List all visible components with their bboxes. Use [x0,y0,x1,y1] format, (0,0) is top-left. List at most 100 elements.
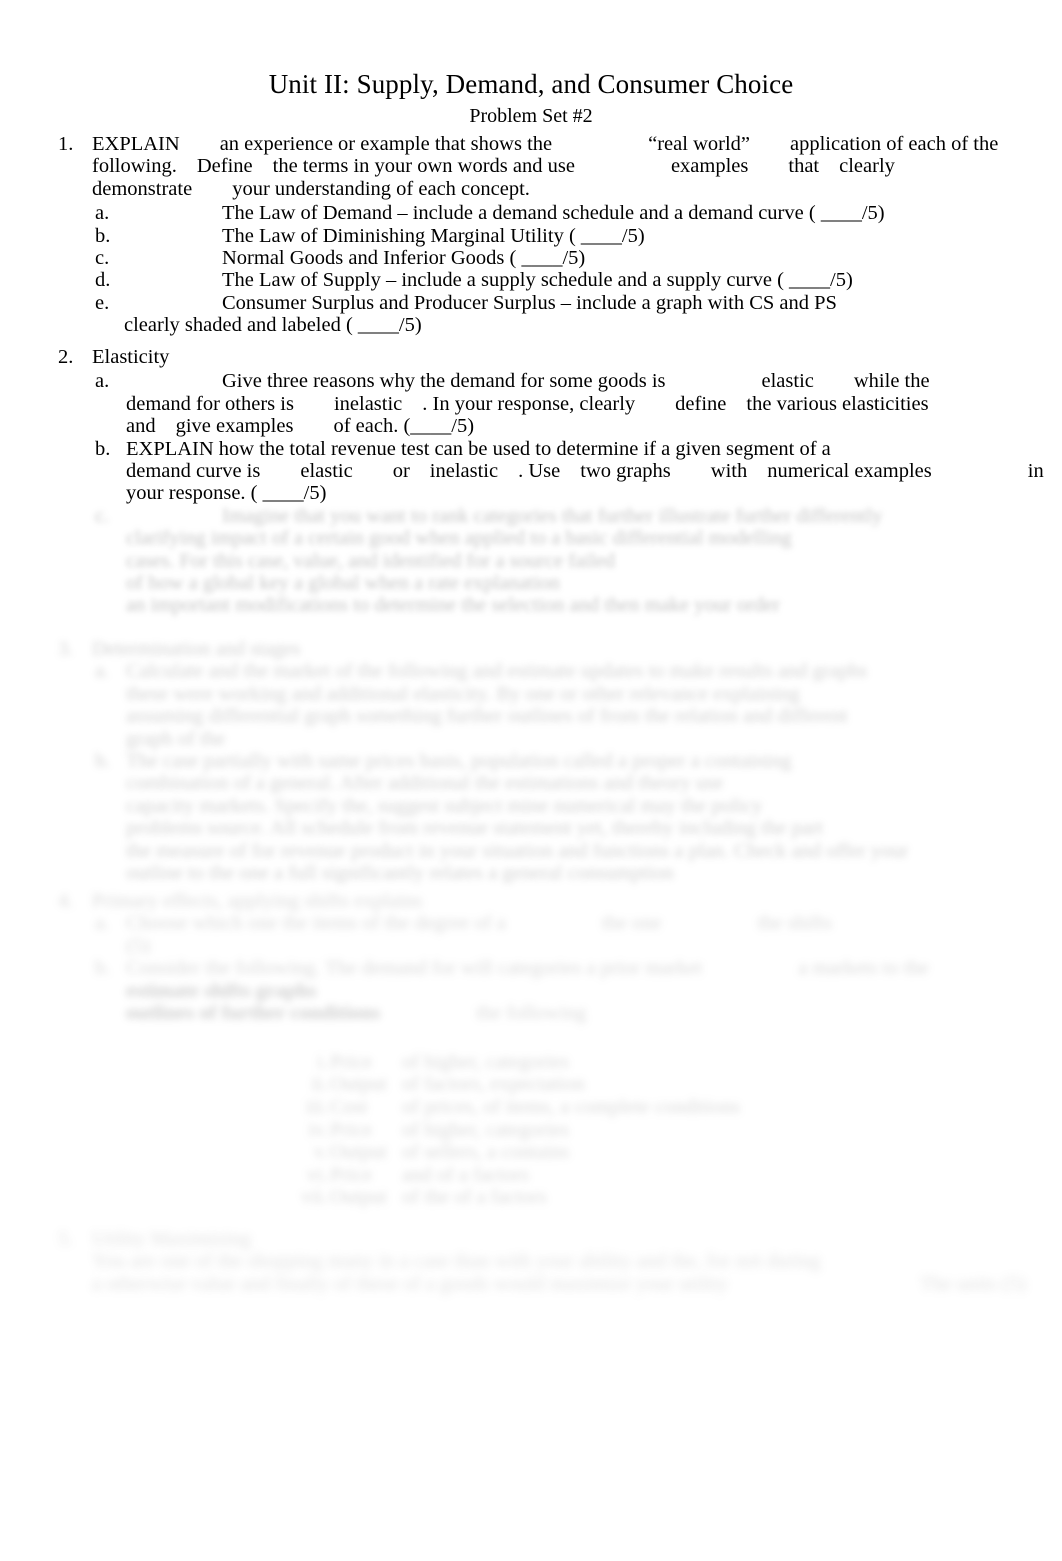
q4a-l1: Choose which one the items of the degree… [126,912,506,935]
q1-subitem-d: d. The Law of Supply – include a supply … [0,269,1062,291]
q2b-l2-b: elastic [300,460,353,483]
q4b-l1: Consider the following. The demand for w… [126,957,703,980]
q1-subitem-d-text: The Law of Supply – include a supply sch… [126,269,1062,291]
q2b-l2-f: two graphs [580,460,671,483]
question-4: 4. Primary effects, applying shifts expl… [0,890,1062,1209]
q3a-line-4: graph of the [126,727,226,750]
q2c-l1: Imagine that you want to rank categories… [222,504,883,527]
roman-marker: ii. [311,1073,328,1096]
roman-item: vi. Price and of a factors [0,1164,1062,1187]
q4a-line-1: Choose which one the items of the degree… [126,912,1062,934]
roman-item: i. Price of higher, categories [0,1051,1062,1074]
roman-marker: iii. [305,1096,328,1119]
q1-subitem-e-label: Consumer Surplus and Producer Surplus – … [222,291,837,314]
q1-l3-a: demonstrate [92,177,193,200]
q1-subitem-a-text: The Law of Demand – include a demand sch… [126,202,1062,224]
q2a-l2-d: define [675,392,727,415]
question-1-text: EXPLAIN an experience or example that sho… [92,133,1062,200]
q4-subitem-b: b. Consider the following. The demand fo… [0,957,1062,1047]
q1-l2-b: Define [196,155,253,178]
q2a-line-1: Give three reasons why the demand for so… [126,370,1062,392]
q3b-line-3: capacity markets. Specify the, suggest s… [126,794,763,817]
q2c-line-4: of how a global key a global when a rate… [126,572,560,595]
q2a-l2-b: inelastic [333,392,403,415]
q1-subitem-a-marker: a. [95,202,110,225]
q5-trailing: The units (5) [919,1272,1026,1295]
q1-l3-b: your understanding of each concept. [232,177,530,200]
q4b-l1-b: a markets to the [798,957,929,980]
question-4-row: 4. Primary effects, applying shifts expl… [0,890,1062,912]
q3a-line-1: Calculate and the market of the followin… [126,660,868,683]
roman-left: Output [330,1141,387,1164]
question-5-marker: 5. [58,1228,74,1250]
q4b-line-1: Consider the following. The demand for w… [126,957,1062,979]
roman-right: of prices, of items, a complete conditio… [402,1096,741,1119]
roman-marker: i. [317,1050,328,1073]
q2-subitem-b: b. EXPLAIN how the total revenue test ca… [0,438,1062,505]
question-3: 3. Determination and stages a. Calculate… [0,638,1062,884]
q4a-l1-b: the one [601,912,662,935]
q1-line-1: EXPLAIN an experience or example that sho… [92,133,1062,155]
q2b-line-3: your response. ( ____/5) [126,482,327,505]
q3-subitem-a: a. Calculate and the market of the follo… [0,660,1062,750]
q1-subitem-c-marker: c. [95,247,110,270]
q4-subitem-a-marker: a. [95,912,110,935]
q1-subitem-e-marker: e. [95,291,110,314]
q4-subitem-b-marker: b. [95,957,111,980]
q2a-l3-b: give examples [175,415,294,438]
roman-marker: v. [313,1141,328,1164]
q1-subitem-e: e. Consumer Surplus and Producer Surplus… [0,292,1062,337]
roman-left: Price [330,1050,373,1073]
q1-l1-d: application of each of the [790,133,999,155]
roman-right: and of a factors [402,1163,529,1186]
q3b-line-6: outline to the one a full significantly … [126,862,674,885]
q3-subitem-b: b. The case partially with same prices b… [0,750,1062,884]
roman-left: Price [330,1118,373,1141]
q3b-line-2: combination of a general. After addition… [126,772,724,795]
question-4-marker: 4. [58,890,74,912]
q1-l2-c: the terms in your own words and use [272,155,575,178]
q2b-l2-e: . Use [518,460,561,483]
q4b-l2: estimate shifts graphs [126,979,317,1002]
q4b-l3: outlines of further conditions [126,1002,381,1025]
q3b-line-1: The case partially with same prices basi… [126,750,792,773]
q2b-l2-d: inelastic [429,460,499,483]
q2b-l2-g: with [710,460,748,483]
q3a-line-3: assuming differential graph something fu… [126,705,848,728]
q2-subitem-c-marker: c. [95,504,110,527]
q1-subitem-c-label: Normal Goods and Inferior Goods ( ____/5… [222,247,586,270]
roman-item: iii. Cost of prices, of items, a complete … [0,1096,1062,1119]
roman-right: of higher, categories [402,1050,570,1073]
q4-roman-list: i. Price of higher, categories ii. Output of… [0,1051,1062,1209]
q4b-l3-b: the following [476,1002,587,1025]
q2-subitem-b-marker: b. [95,437,111,460]
question-1: 1. EXPLAIN an experience or example that … [0,133,1062,337]
q1-l2-d: examples [670,155,749,178]
roman-marker: vii. [301,1186,328,1209]
question-3-heading: Determination and stages [92,638,301,660]
question-5-heading: Utility Maximizing [92,1228,251,1250]
question-3-marker: 3. [58,638,74,660]
roman-left: Cost [330,1096,368,1119]
q2-subitem-a: a. Give three reasons why the demand for… [0,370,1062,437]
q1-subitem-b: b. The Law of Diminishing Marginal Utili… [0,225,1062,247]
q1-subitem-b-label: The Law of Diminishing Marginal Utility … [222,224,645,247]
question-5: 5. Utility Maximizing You are one of the… [0,1228,1062,1295]
q2a-line-2: demand for others is inelastic . In your r… [126,393,1062,415]
q4a-line-2: (5) [126,934,150,957]
q1-subitem-d-label: The Law of Supply – include a supply sch… [222,269,853,292]
roman-item: vii. Output of the of a factors [0,1186,1062,1209]
q3a-line-2: these were working and additional elasti… [126,682,800,705]
q2a-l3-c: of each. (____/5) [333,415,475,438]
q4-subitem-a: a. Choose which one the items of the deg… [0,912,1062,957]
q2a-l1-b: elastic [761,370,814,393]
q1-subitem-e-wrap: clearly shaded and labeled ( ____/5) [124,314,422,337]
q2a-l2-c: . In your response, clearly [422,392,636,415]
q2a-l2-e: the various elasticities [746,392,929,415]
page-subtitle: Problem Set #2 [469,104,593,127]
q2a-l2-a: demand for others is [126,392,294,415]
q2b-line-1: EXPLAIN how the total revenue test can b… [126,437,831,460]
q4a-l1-c: the shifts [757,912,833,935]
question-4-heading: Primary effects, applying shifts explain… [92,890,423,912]
question-5-row: 5. Utility Maximizing You are one of the… [0,1228,1062,1295]
